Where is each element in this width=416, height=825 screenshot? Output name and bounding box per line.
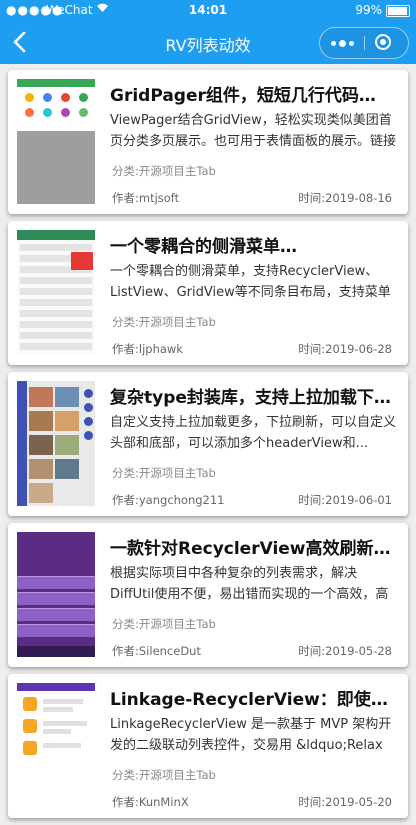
status-bar: ●●●●● WeChat 14:01 99%: [0, 0, 416, 20]
item-category: 分类:开源项目主Tab: [112, 617, 216, 631]
more-dots-icon[interactable]: [320, 28, 364, 58]
item-author: 作者:SilenceDut: [112, 644, 201, 658]
item-title: 一个零耦合的侧滑菜单…: [110, 237, 297, 257]
item-title: Linkage-RecyclerView：即使不用饿了么: [110, 690, 392, 710]
list-item[interactable]: GridPager组件，短短几行代码即实现网格分页 ViewPager结合Gri…: [8, 70, 408, 214]
item-category: 分类:开源项目主Tab: [112, 315, 216, 329]
item-author: 作者:KunMinX: [112, 795, 189, 809]
capsule-divider: [364, 36, 365, 50]
thumbnail-image: [17, 683, 95, 808]
navigation-bar: RV列表动效: [0, 20, 416, 64]
battery-percent: 99%: [355, 3, 382, 17]
list-item[interactable]: 复杂type封装库，支持上拉加载下拉刷新 自定义支持上拉加载更多，下拉刷新，可以…: [8, 372, 408, 516]
mini-program-capsule: [319, 27, 409, 59]
item-date: 时间:2019-08-16: [298, 191, 392, 205]
thumbnail-image: [17, 230, 95, 355]
item-date: 时间:2019-05-28: [298, 644, 392, 658]
item-title: 复杂type封装库，支持上拉加载下拉刷新: [110, 388, 392, 408]
item-date: 时间:2019-06-01: [298, 493, 392, 507]
thumbnail-image: [17, 79, 95, 204]
list-item[interactable]: Linkage-RecyclerView：即使不用饿了么 LinkageRecy…: [8, 674, 408, 818]
battery-icon: [386, 5, 410, 17]
item-title: 一款针对RecyclerView高效刷新，多类型: [110, 539, 392, 559]
item-description: 根据实际项目中各种复杂的列表需求，解决DiffUtil使用不便，易出错而实现的一…: [110, 566, 389, 602]
list-item[interactable]: 一款针对RecyclerView高效刷新，多类型 根据实际项目中各种复杂的列表需…: [8, 523, 408, 667]
article-list: GridPager组件，短短几行代码即实现网格分页 ViewPager结合Gri…: [8, 70, 408, 825]
item-category: 分类:开源项目主Tab: [112, 768, 216, 782]
item-description: LinkageRecyclerView 是一款基于 MVP 架构开发的二级联动列…: [110, 717, 392, 753]
item-author: 作者:mtjsoft: [112, 191, 180, 205]
close-target-icon[interactable]: [375, 34, 391, 50]
item-date: 时间:2019-06-28: [298, 342, 392, 356]
item-date: 时间:2019-05-20: [298, 795, 392, 809]
item-category: 分类:开源项目主Tab: [112, 164, 216, 178]
item-description: 自定义支持上拉加载更多，下拉刷新，可以自定义头部和底部，可以添加多个header…: [110, 415, 397, 451]
item-title: GridPager组件，短短几行代码即实现网格分页: [110, 86, 392, 106]
thumbnail-image: [17, 532, 95, 657]
item-author: 作者:yangchong211: [112, 493, 225, 507]
item-author: 作者:ljphawk: [112, 342, 183, 356]
list-item[interactable]: 一个零耦合的侧滑菜单… 一个零耦合的侧滑菜单，支持RecyclerView、Li…: [8, 221, 408, 365]
item-description: ViewPager结合GridView，轻松实现类似美团首页分类多页展示。也可用…: [110, 113, 397, 149]
status-time: 14:01: [188, 3, 228, 17]
thumbnail-image: [17, 381, 95, 506]
item-description: 一个零耦合的侧滑菜单，支持RecyclerView、ListView、GridV…: [110, 264, 391, 300]
item-category: 分类:开源项目主Tab: [112, 466, 216, 480]
